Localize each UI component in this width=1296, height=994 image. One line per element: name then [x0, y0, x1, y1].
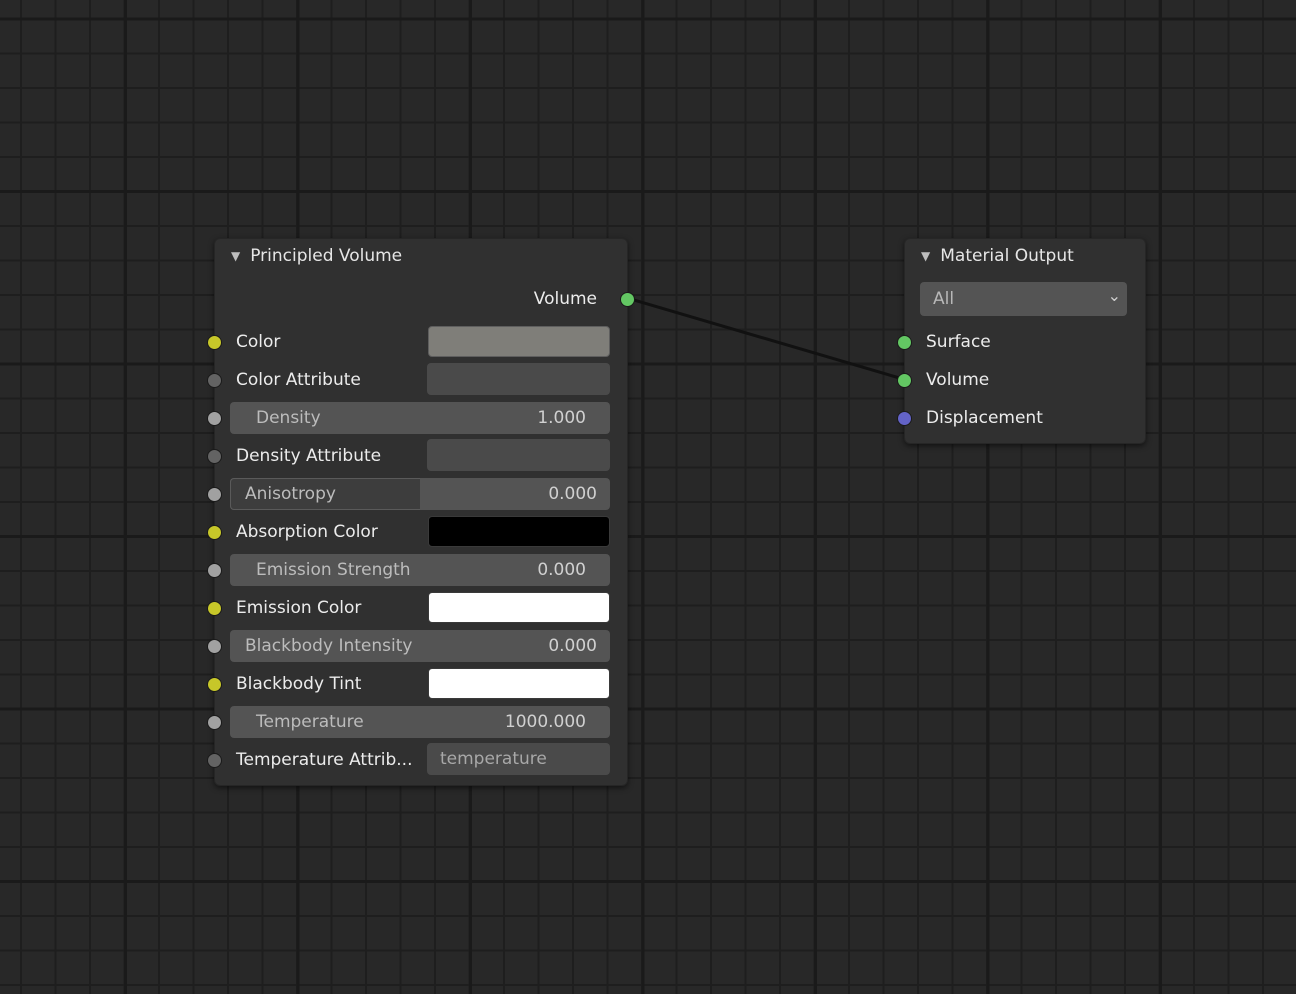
input-socket[interactable] [207, 639, 222, 654]
input-row: Density 1.000 [207, 401, 627, 435]
input-row: Volume [897, 363, 1145, 397]
node-links [626, 296, 904, 381]
attribute-value: temperature [440, 749, 547, 769]
target-dropdown-value: All [933, 289, 955, 309]
input-label: Surface [926, 332, 991, 352]
input-row: Temperature 1000.000 [207, 705, 627, 739]
input-label: Displacement [926, 408, 1043, 428]
input-socket[interactable] [207, 525, 222, 540]
output-label: Volume [533, 289, 597, 309]
input-label: Emission Color [236, 598, 362, 618]
input-socket[interactable] [207, 677, 222, 692]
input-row: Anisotropy 0.000 [207, 477, 627, 511]
input-row: Surface [897, 325, 1145, 359]
node-title: Material Output [940, 246, 1074, 266]
output-socket-volume[interactable] [620, 292, 635, 307]
number-field[interactable]: Emission Strength 0.000 [230, 554, 610, 586]
field-value: 1.000 [537, 408, 586, 428]
input-row: Temperature Attrib... temperature [207, 743, 627, 777]
field-value: 0.000 [548, 636, 597, 656]
output-row-volume: Volume [215, 282, 635, 316]
input-socket[interactable] [207, 449, 222, 464]
field-label: Anisotropy [245, 484, 336, 504]
input-socket[interactable] [207, 563, 222, 578]
input-label: Temperature Attrib... [236, 750, 413, 770]
target-dropdown[interactable]: All ⌄ [920, 282, 1127, 316]
field-label: Blackbody Intensity [245, 636, 413, 656]
number-field[interactable]: Density 1.000 [230, 402, 610, 434]
link-volume-to-material-output[interactable] [626, 296, 904, 381]
input-row: Blackbody Tint [207, 667, 627, 701]
input-row: Displacement [897, 401, 1145, 435]
input-row: Emission Strength 0.000 [207, 553, 627, 587]
node-principled-volume[interactable]: ▼ Principled Volume Volume Color Color At… [207, 238, 635, 786]
field-value: 0.000 [548, 484, 597, 504]
input-socket[interactable] [207, 411, 222, 426]
field-value: 0.000 [537, 560, 586, 580]
field-value: 1000.000 [504, 712, 586, 732]
input-socket[interactable] [897, 411, 912, 426]
input-socket[interactable] [897, 373, 912, 388]
input-row: Color [207, 325, 627, 359]
attribute-field[interactable]: temperature [427, 743, 610, 775]
input-row: Blackbody Intensity 0.000 [207, 629, 627, 663]
attribute-field[interactable] [427, 363, 610, 395]
node-header[interactable]: ▼ Principled Volume [215, 239, 627, 273]
input-socket[interactable] [207, 753, 222, 768]
number-field[interactable]: Temperature 1000.000 [230, 706, 610, 738]
input-label: Blackbody Tint [236, 674, 362, 694]
input-row: Density Attribute [207, 439, 627, 473]
collapse-icon[interactable]: ▼ [921, 249, 930, 263]
input-row: Color Attribute [207, 363, 627, 397]
input-socket[interactable] [897, 335, 912, 350]
input-socket[interactable] [207, 715, 222, 730]
input-label: Color Attribute [236, 370, 361, 390]
input-row: Absorption Color [207, 515, 627, 549]
input-socket[interactable] [207, 601, 222, 616]
collapse-icon[interactable]: ▼ [231, 249, 240, 263]
input-label: Density Attribute [236, 446, 382, 466]
node-material-output[interactable]: ▼ Material Output All ⌄ Surface Volume Dis… [897, 238, 1146, 444]
node-title: Principled Volume [250, 246, 403, 266]
chevron-down-icon: ⌄ [1107, 286, 1121, 305]
color-swatch[interactable] [428, 668, 610, 699]
input-socket[interactable] [207, 335, 222, 350]
input-socket[interactable] [207, 373, 222, 388]
color-swatch[interactable] [428, 592, 610, 623]
attribute-field[interactable] [427, 439, 610, 471]
input-label: Color [236, 332, 281, 352]
field-label: Temperature [256, 712, 364, 732]
color-swatch[interactable] [428, 516, 610, 547]
field-label: Density [256, 408, 321, 428]
node-header[interactable]: ▼ Material Output [905, 239, 1145, 273]
value-slider[interactable]: Anisotropy 0.000 [230, 478, 610, 510]
value-slider[interactable]: Blackbody Intensity 0.000 [230, 630, 610, 662]
field-label: Emission Strength [256, 560, 411, 580]
input-label: Volume [926, 370, 990, 390]
input-row: Emission Color [207, 591, 627, 625]
input-label: Absorption Color [236, 522, 378, 542]
color-swatch[interactable] [428, 326, 610, 357]
input-socket[interactable] [207, 487, 222, 502]
